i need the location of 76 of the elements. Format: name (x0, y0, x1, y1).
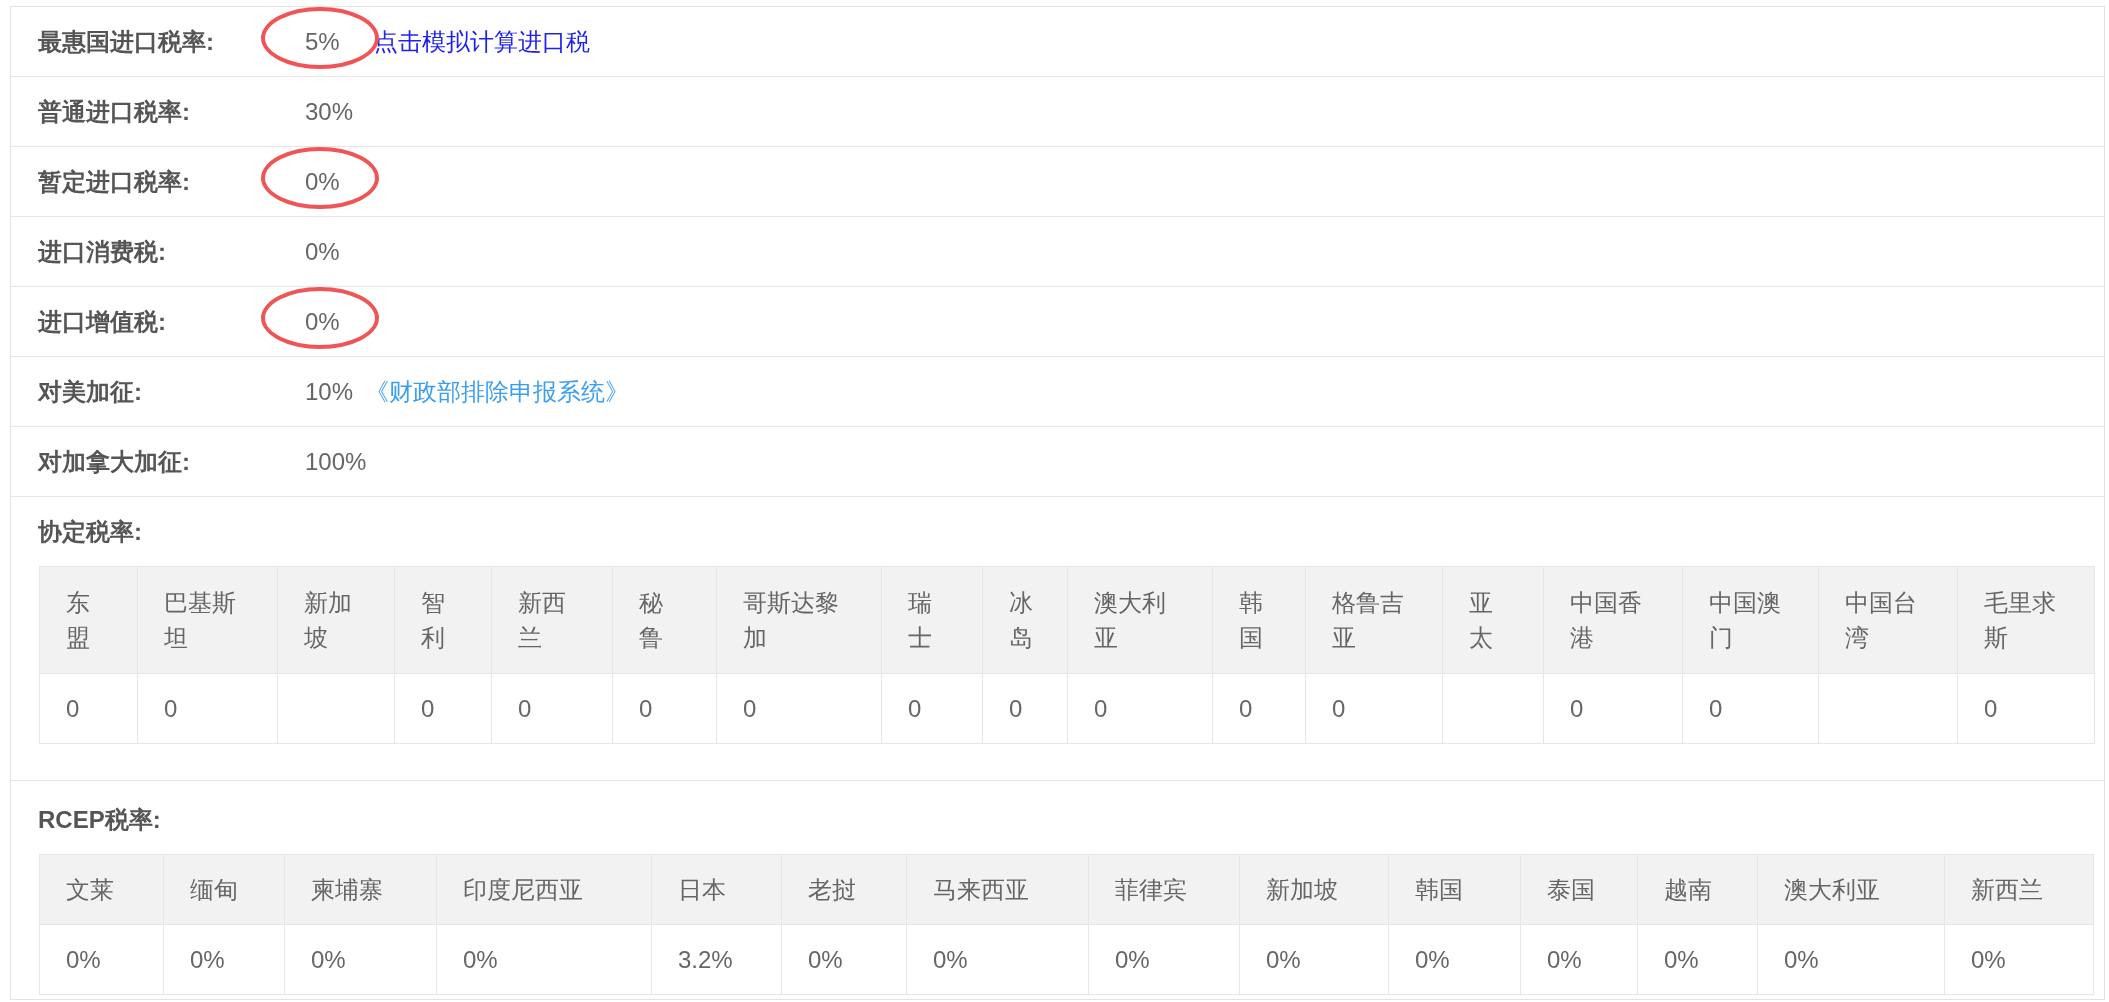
table-cell: 0% (906, 924, 1089, 995)
column-header: 新加坡 (1239, 854, 1389, 925)
table-cell: 0 (1543, 673, 1683, 744)
field-label: 最惠国进口税率: (37, 26, 215, 57)
table-cell: 0 (1957, 673, 2095, 744)
field-value: 0% (305, 163, 340, 200)
column-header: 缅甸 (163, 854, 285, 925)
table-cell: 0 (1212, 673, 1306, 744)
column-header: 中国香港 (1543, 566, 1683, 674)
column-header: 老挝 (781, 854, 907, 925)
column-header: 亚太 (1442, 566, 1544, 674)
table-cell: 0 (394, 673, 492, 744)
column-header: 马来西亚 (906, 854, 1089, 925)
table-cell: 0% (1520, 924, 1638, 995)
field-value: 10% (305, 376, 354, 407)
table-cell: 0 (137, 673, 278, 744)
table-cell: 0% (1637, 924, 1758, 995)
column-header: 韩国 (1388, 854, 1521, 925)
column-header: 中国澳门 (1682, 566, 1819, 674)
column-header: 东盟 (39, 566, 138, 674)
column-header: 柬埔寨 (284, 854, 437, 925)
table-cell: 0% (1944, 924, 2094, 995)
column-header: 新西兰 (491, 566, 613, 674)
column-header: 日本 (651, 854, 782, 925)
field-label: 暂定进口税率: (37, 166, 191, 197)
column-header: 哥斯达黎加 (716, 566, 882, 674)
field-value: 0% (305, 236, 340, 267)
table-cell: 0 (1305, 673, 1443, 744)
field-value: 100% (305, 446, 367, 477)
table-cell: 0% (781, 924, 907, 995)
field-label: 对加拿大加征: (36, 446, 191, 477)
column-header: 新西兰 (1944, 854, 2094, 925)
section-label: 协定税率: (37, 517, 143, 547)
link[interactable]: 点击模拟计算进口税 (373, 23, 590, 60)
column-header: 菲律宾 (1088, 854, 1240, 925)
table-cell: 0% (1388, 924, 1521, 995)
table-cell: 0 (1067, 673, 1213, 744)
table-cell: 0% (1239, 924, 1389, 995)
column-header: 秘鲁 (612, 566, 717, 674)
table-cell: 0% (39, 924, 164, 995)
table-cell: 0 (491, 673, 613, 744)
table-cell: 0% (1757, 924, 1945, 995)
table-cell: 0% (1088, 924, 1240, 995)
column-header: 毛里求斯 (1957, 566, 2095, 674)
field-label: 进口增值税: (37, 306, 167, 337)
table-cell: 0 (39, 673, 138, 744)
column-header: 中国台湾 (1818, 566, 1958, 674)
table-cell: 0% (284, 924, 437, 995)
column-header: 新加坡 (277, 566, 395, 674)
table-cell: 0 (982, 673, 1068, 744)
column-header: 冰岛 (982, 566, 1068, 674)
column-header: 格鲁吉亚 (1305, 566, 1443, 674)
table-cell: 0 (881, 673, 983, 744)
field-value: 0% (305, 303, 340, 340)
column-header: 越南 (1637, 854, 1758, 925)
field-label: 进口消费税: (37, 236, 167, 267)
field-value: 5% (305, 23, 340, 60)
column-header: 文莱 (39, 854, 164, 925)
column-header: 澳大利亚 (1757, 854, 1945, 925)
column-header: 泰国 (1520, 854, 1638, 925)
field-value: 30% (305, 96, 354, 127)
table-cell: 3.2% (651, 924, 782, 995)
column-header: 瑞士 (881, 566, 983, 674)
column-header: 韩国 (1212, 566, 1306, 674)
column-header: 巴基斯坦 (137, 566, 278, 674)
table-cell: 0 (612, 673, 717, 744)
table-cell: 0% (163, 924, 285, 995)
column-header: 印度尼西亚 (436, 854, 652, 925)
column-header: 智利 (394, 566, 492, 674)
section-label: RCEP税率: (37, 805, 162, 835)
table-cell: 0% (436, 924, 652, 995)
table-cell: 0 (716, 673, 882, 744)
column-header: 澳大利亚 (1067, 566, 1213, 674)
field-label: 对美加征: (36, 376, 143, 407)
table-cell: 0 (1682, 673, 1819, 744)
field-label: 普通进口税率: (37, 96, 191, 127)
